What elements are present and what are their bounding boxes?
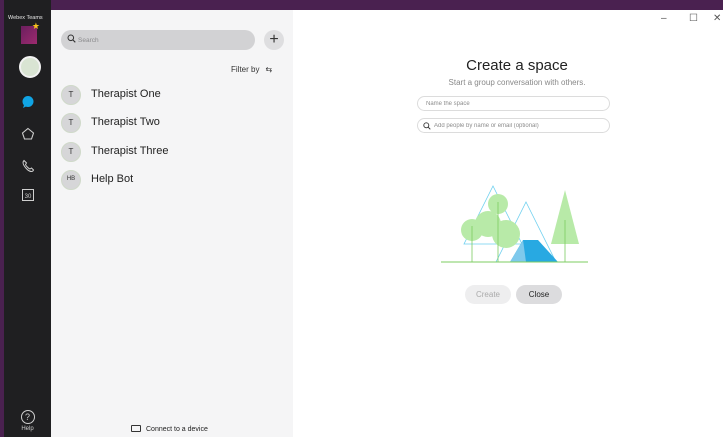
add-people-field[interactable] [417, 118, 610, 133]
create-button[interactable]: Create [465, 285, 511, 304]
camping-illustration [441, 185, 588, 263]
title-bar [0, 0, 723, 10]
close-window-button[interactable]: ✕ [713, 13, 721, 24]
nav-meetings[interactable]: 30 [4, 183, 51, 207]
contact-avatar: T [61, 85, 81, 105]
connect-device-button[interactable]: Connect to a device [131, 425, 208, 433]
add-people-input[interactable] [434, 120, 609, 131]
search-icon [423, 122, 431, 130]
search-icon [67, 34, 76, 43]
help-label: Help [21, 426, 34, 432]
list-item[interactable]: T Therapist Three [61, 142, 281, 164]
contact-avatar: HB [61, 170, 81, 190]
contact-avatar: T [61, 142, 81, 162]
help-icon: ? [20, 410, 35, 424]
user-avatar[interactable] [19, 56, 41, 78]
space-name-input[interactable] [426, 98, 601, 109]
help-button[interactable]: ? Help [4, 410, 51, 432]
nav-rail: Webex Teams ★ 30 ? Help [0, 0, 51, 437]
contact-avatar: T [61, 113, 81, 133]
page-title: Create a space [466, 57, 568, 74]
teams-icon [21, 127, 34, 140]
filter-control[interactable]: Filter by ⇆ [231, 65, 272, 74]
list-item[interactable]: HB Help Bot [61, 170, 281, 192]
conversation-list-panel: + Filter by ⇆ T Therapist One T Therapist… [51, 10, 293, 437]
nav-calls[interactable] [4, 154, 51, 178]
nav-teams[interactable] [4, 122, 51, 146]
calendar-day: 30 [24, 194, 31, 200]
star-icon: ★ [31, 21, 40, 31]
contact-name: Therapist One [91, 88, 161, 100]
phone-icon [22, 159, 34, 173]
connect-label: Connect to a device [146, 426, 208, 433]
close-button[interactable]: Close [516, 285, 562, 304]
contact-name: Help Bot [91, 173, 134, 185]
page-subtitle: Start a group conversation with others. [448, 78, 586, 87]
cast-icon [131, 425, 141, 432]
chat-icon [22, 96, 33, 108]
search-bar[interactable] [61, 30, 255, 50]
list-item[interactable]: T Therapist One [61, 85, 281, 107]
nav-messaging[interactable] [4, 90, 51, 114]
contact-name: Therapist Two [91, 116, 160, 128]
filter-label: Filter by [231, 65, 260, 74]
minimize-button[interactable]: – [661, 13, 667, 24]
create-space-panel: – ☐ ✕ Create a space Start a group conve… [293, 10, 723, 437]
space-name-field[interactable] [417, 96, 610, 111]
list-item[interactable]: T Therapist Two [61, 113, 281, 135]
contact-name: Therapist Three [91, 145, 169, 157]
maximize-button[interactable]: ☐ [689, 13, 698, 24]
app-logo: ★ [21, 22, 40, 44]
add-button[interactable]: + [264, 30, 284, 50]
filter-icon: ⇆ [265, 65, 273, 74]
search-input[interactable] [78, 33, 248, 47]
calendar-icon: 30 [21, 189, 34, 201]
